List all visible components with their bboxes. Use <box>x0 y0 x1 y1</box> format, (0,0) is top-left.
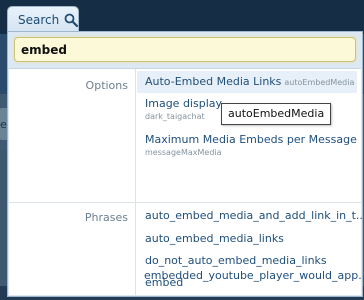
magnifier-icon <box>64 13 79 27</box>
divider-options <box>135 69 136 202</box>
option-result-item[interactable]: Maximum Media Embeds per Message message… <box>137 133 357 163</box>
search-tab-label: Search <box>18 12 60 27</box>
option-result-item[interactable]: Auto-Embed Media Links autoEmbedMedia <box>137 71 357 93</box>
group-separator <box>9 202 361 203</box>
search-popup: Options Phrases Auto-Embed Media Linksau… <box>7 31 364 297</box>
option-id: messageMaxMedia <box>145 148 222 157</box>
tooltip: autoEmbedMedia <box>221 103 332 125</box>
group-label-phrases: Phrases <box>84 211 128 224</box>
option-id: autoEmbedMedia <box>284 78 355 87</box>
search-input[interactable] <box>14 37 356 62</box>
group-label-options: Options <box>85 79 128 92</box>
option-title: Auto-Embed Media Links <box>145 75 282 88</box>
phrase-result-item[interactable]: auto_embed_media_links <box>137 229 357 249</box>
search-tab[interactable]: Search <box>7 6 79 32</box>
phrase-result-item[interactable]: auto_embed_media_and_add_link_in_t... <box>137 206 364 226</box>
phrase-result-item[interactable]: embedded_youtube_player_would_app... <box>136 266 364 286</box>
option-title: Maximum Media Embeds per Message <box>145 133 357 146</box>
